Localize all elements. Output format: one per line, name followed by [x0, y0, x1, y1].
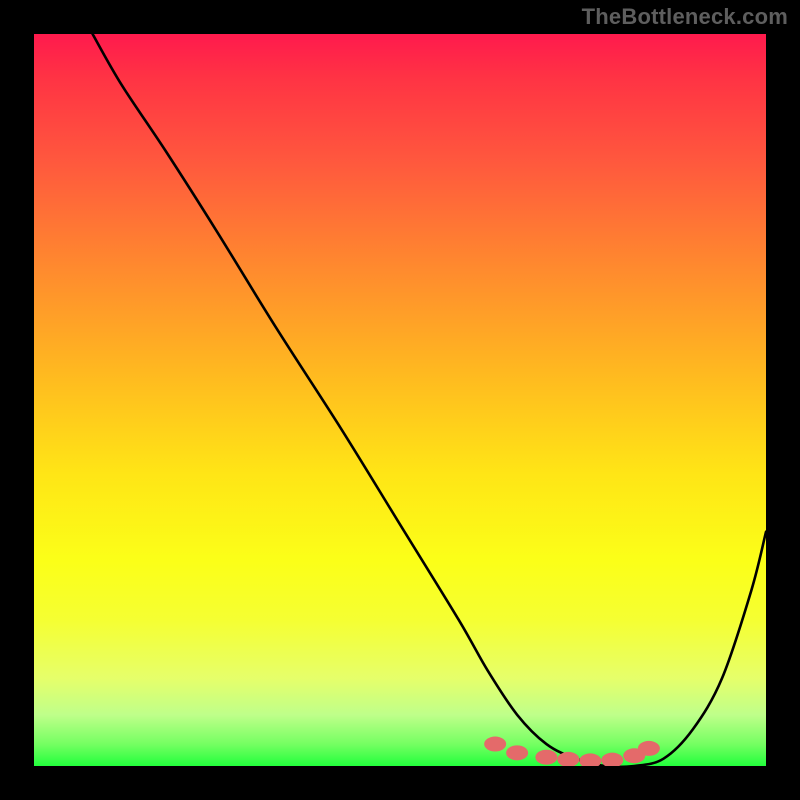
chart-frame: TheBottleneck.com — [0, 0, 800, 800]
optimal-range-marker — [638, 741, 660, 756]
optimal-range-marker — [484, 737, 506, 752]
plot-area — [34, 34, 766, 766]
bottleneck-curve-svg — [34, 34, 766, 766]
optimal-range-marker — [535, 750, 557, 765]
bottleneck-curve — [93, 34, 766, 766]
optimal-range-marker — [557, 752, 579, 766]
optimal-range-marker — [579, 753, 601, 766]
optimal-range-marker — [601, 753, 623, 766]
optimal-range-marker — [506, 745, 528, 760]
optimal-range-markers — [484, 737, 660, 766]
watermark-text: TheBottleneck.com — [582, 4, 788, 30]
